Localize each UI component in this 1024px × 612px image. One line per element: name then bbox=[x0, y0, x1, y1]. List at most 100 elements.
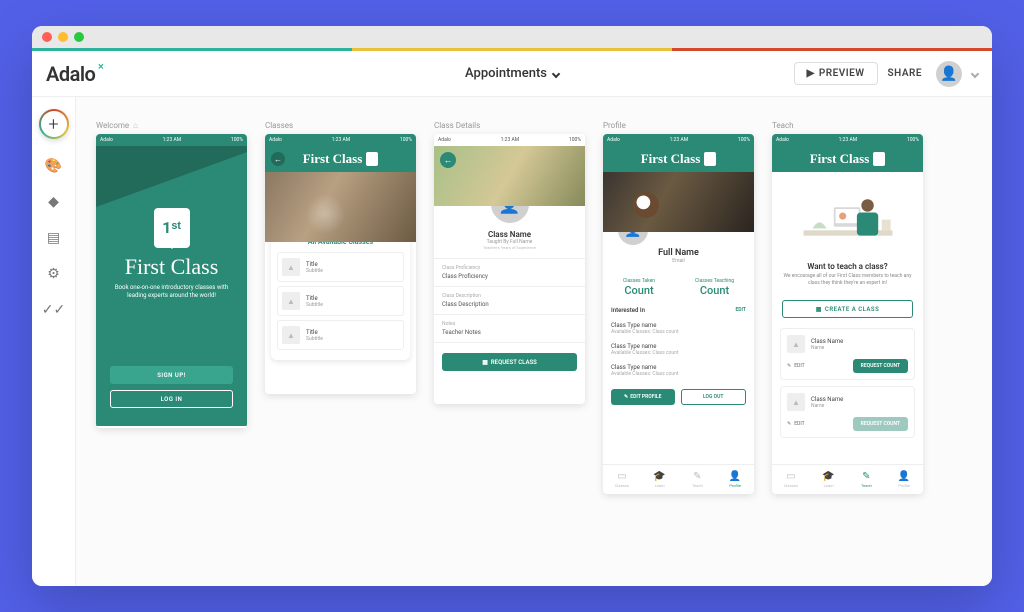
list-item[interactable]: Class Type nameAvailable Classes: Class … bbox=[603, 360, 754, 381]
share-button[interactable]: SHARE bbox=[888, 68, 922, 79]
status-bar: Adalo1:23 AM100% bbox=[772, 134, 923, 146]
tab-classes[interactable]: ▭Classes bbox=[603, 465, 641, 494]
pencil-icon: ✎ bbox=[787, 421, 791, 427]
brand-title: First Class bbox=[810, 151, 870, 167]
screen-label: Classes bbox=[265, 121, 416, 130]
maximize-icon[interactable] bbox=[74, 32, 84, 42]
screen-teach[interactable]: Teach Adalo1:23 AM100% First Class bbox=[772, 121, 923, 494]
close-icon[interactable] bbox=[42, 32, 52, 42]
logout-button[interactable]: LOG OUT bbox=[681, 389, 747, 405]
check-icon[interactable]: ✓✓ bbox=[45, 301, 63, 319]
home-icon: ⌂ bbox=[133, 121, 138, 130]
detail-row: NotesTeacher Notes bbox=[434, 315, 585, 343]
app-window: Adalo Appointments ▶ PREVIEW SHARE 👤 + 🎨… bbox=[32, 26, 992, 586]
create-class-button[interactable]: ▦CREATE A CLASS bbox=[782, 300, 913, 318]
main-area: + 🎨 ◆ ▤ ⚙ ✓✓ Welcome ⌂ Adalo1:23 AM100% bbox=[32, 97, 992, 586]
list-item[interactable]: ▲ TitleSubtitle bbox=[277, 286, 404, 316]
badge-icon bbox=[366, 152, 378, 166]
back-icon[interactable]: ← bbox=[440, 152, 456, 168]
login-button[interactable]: LOG IN bbox=[110, 390, 233, 408]
request-count-button[interactable]: REQUEST COUNT bbox=[853, 359, 908, 373]
request-count-button[interactable]: REQUEST COUNT bbox=[853, 417, 908, 431]
hero-image bbox=[434, 146, 585, 206]
screen-class-details[interactable]: Class Details Adalo1:23 AM100% ← 👤 Class… bbox=[434, 121, 585, 404]
list-item[interactable]: ▲ TitleSubtitle bbox=[277, 252, 404, 282]
profile-name: Full Name bbox=[609, 248, 748, 258]
brand-title: First Class bbox=[125, 254, 219, 280]
plus-icon: ▦ bbox=[816, 306, 822, 313]
palette-icon[interactable]: 🎨 bbox=[45, 157, 63, 175]
chevron-down-icon[interactable] bbox=[971, 69, 979, 77]
hero-image bbox=[265, 172, 416, 242]
design-canvas[interactable]: Welcome ⌂ Adalo1:23 AM100% 1ˢᵗ First Cla… bbox=[76, 97, 992, 586]
project-switcher[interactable]: Appointments bbox=[465, 66, 559, 81]
status-bar: Adalo1:23 AM100% bbox=[603, 134, 754, 146]
screen-header: First Class bbox=[603, 146, 754, 172]
tab-classes[interactable]: ▭Classes bbox=[772, 465, 810, 494]
cap-icon: 🎓 bbox=[822, 471, 834, 482]
list-item[interactable]: ▲ TitleSubtitle bbox=[277, 320, 404, 350]
badge-icon bbox=[704, 152, 716, 166]
preview-button[interactable]: ▶ PREVIEW bbox=[794, 62, 878, 85]
screen-welcome[interactable]: Welcome ⌂ Adalo1:23 AM100% 1ˢᵗ First Cla… bbox=[96, 121, 247, 428]
cap-icon: 🎓 bbox=[653, 471, 665, 482]
play-icon: ▶ bbox=[807, 68, 815, 79]
stat-classes-teaching: Classes TeachingCount bbox=[695, 278, 734, 297]
tagline: Book one-on-one introductory classes wit… bbox=[96, 280, 247, 305]
teacher-illustration-icon bbox=[793, 177, 903, 257]
detail-row: Class ProficiencyClass Proficiency bbox=[434, 259, 585, 287]
screen-profile[interactable]: Profile Adalo1:23 AM100% First Class 👤 F… bbox=[603, 121, 754, 494]
screen-header: First Class bbox=[772, 146, 923, 172]
image-icon: ▲ bbox=[282, 258, 300, 276]
edit-profile-button[interactable]: ✎EDIT PROFILE bbox=[611, 389, 675, 405]
classes-panel: All Available Classes ▲ TitleSubtitle ▲ … bbox=[271, 232, 410, 360]
request-class-button[interactable]: ▦REQUEST CLASS bbox=[442, 353, 577, 371]
mac-title-bar bbox=[32, 26, 992, 48]
list-item[interactable]: Class Type nameAvailable Classes: Class … bbox=[603, 339, 754, 360]
screen-label: Class Details bbox=[434, 121, 585, 130]
tab-learn[interactable]: 🎓Learn bbox=[810, 465, 848, 494]
layers-icon[interactable]: ◆ bbox=[45, 193, 63, 211]
screen-label: Welcome ⌂ bbox=[96, 121, 247, 130]
brand-title: First Class bbox=[641, 151, 701, 167]
image-icon: ▲ bbox=[787, 335, 805, 353]
preview-label: PREVIEW bbox=[819, 68, 865, 79]
project-name: Appointments bbox=[465, 66, 547, 81]
minimize-icon[interactable] bbox=[58, 32, 68, 42]
status-bar: Adalo1:23 AM100% bbox=[265, 134, 416, 146]
pencil-icon: ✎ bbox=[787, 363, 791, 369]
user-icon: 👤 bbox=[729, 471, 741, 482]
pencil-icon: ✎ bbox=[624, 394, 628, 400]
tab-learn[interactable]: 🎓Learn bbox=[641, 465, 679, 494]
tab-teach[interactable]: ✎Teach bbox=[679, 465, 717, 494]
teach-icon: ✎ bbox=[693, 471, 701, 482]
database-icon[interactable]: ▤ bbox=[45, 229, 63, 247]
brand-title: First Class bbox=[303, 151, 363, 167]
signup-button[interactable]: SIGN UP! bbox=[110, 366, 233, 384]
tab-profile[interactable]: 👤Profile bbox=[885, 465, 923, 494]
adalo-logo[interactable]: Adalo bbox=[46, 62, 95, 86]
list-item[interactable]: Class Type nameAvailable Classes: Class … bbox=[603, 318, 754, 339]
experience: Teacher's Years of Experience bbox=[440, 245, 579, 250]
tab-teach[interactable]: ✎Teach bbox=[848, 465, 886, 494]
back-icon[interactable]: ← bbox=[271, 152, 285, 166]
screen-header: ← First Class bbox=[265, 146, 416, 172]
teach-card: ▲ Class NameName ✎EDIT REQUEST COUNT bbox=[780, 328, 915, 380]
edit-button[interactable]: ✎EDIT bbox=[787, 363, 805, 369]
edit-link[interactable]: EDIT bbox=[735, 307, 746, 314]
calendar-icon: ▦ bbox=[482, 359, 488, 366]
image-icon: ▲ bbox=[282, 292, 300, 310]
user-icon: 👤 bbox=[898, 471, 910, 482]
screen-label: Teach bbox=[772, 121, 923, 130]
screen-classes[interactable]: Classes Adalo1:23 AM100% ← First Class A… bbox=[265, 121, 416, 394]
stat-classes-taken: Classes TakenCount bbox=[623, 278, 655, 297]
gear-icon[interactable]: ⚙ bbox=[45, 265, 63, 283]
screen-label: Profile bbox=[603, 121, 754, 130]
add-component-button[interactable]: + bbox=[39, 109, 69, 139]
tab-profile[interactable]: 👤Profile bbox=[716, 465, 754, 494]
account-avatar[interactable]: 👤 bbox=[936, 61, 962, 87]
edit-button[interactable]: ✎EDIT bbox=[787, 421, 805, 427]
app-header: Adalo Appointments ▶ PREVIEW SHARE 👤 bbox=[32, 51, 992, 97]
section-heading: Interested In bbox=[611, 307, 645, 314]
tab-bar: ▭Classes 🎓Learn ✎Teach 👤Profile bbox=[772, 464, 923, 494]
